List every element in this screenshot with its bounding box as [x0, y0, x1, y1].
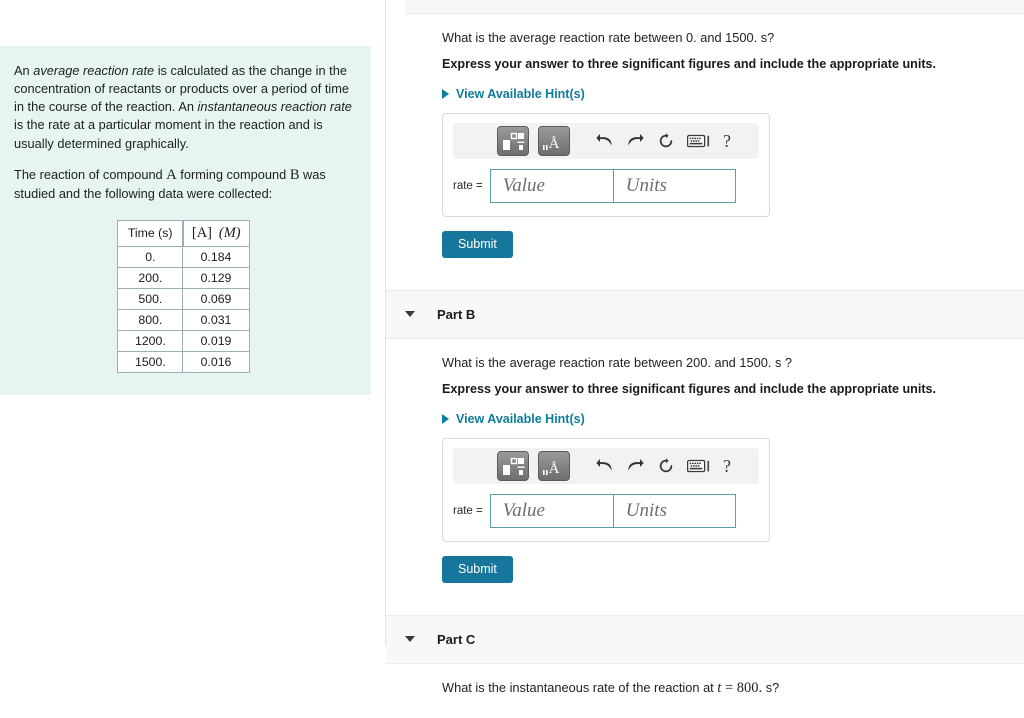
data-table-wrapper: Time (s) [A] (M) 0. 0.184 200. 0.129 500… [14, 219, 353, 373]
cell-concentration: 0.184 [182, 245, 250, 268]
part-a-toolbar: Å ? [453, 122, 759, 159]
redo-icon[interactable] [624, 453, 646, 479]
intro-text-1a: An [14, 63, 34, 78]
part-c-question-text-b: s? [762, 679, 780, 695]
chevron-right-icon [442, 413, 449, 424]
reset-icon[interactable] [655, 128, 677, 154]
part-c-header[interactable]: Part C [386, 614, 1024, 664]
part-a-value-placeholder: Value [502, 174, 545, 196]
intro-text-2a: The reaction of compound [14, 166, 167, 182]
cell-time: 500. [117, 287, 184, 310]
table-row: 1200. 0.019 [117, 329, 250, 352]
part-c-title: Part C [437, 631, 476, 647]
cell-time: 800. [117, 308, 184, 331]
part-b-question: What is the average reaction rate betwee… [442, 354, 793, 370]
cell-concentration: 0.019 [182, 329, 250, 352]
data-table-body: 0. 0.184 200. 0.129 500. 0.069 800. 0.03… [117, 245, 250, 373]
cell-time: 0. [117, 245, 184, 268]
part-b-answer-row: rate = Value Units [453, 493, 759, 528]
part-a-hint-label: View Available Hint(s) [456, 86, 585, 101]
undo-icon[interactable] [593, 128, 615, 154]
part-a-answer-box: Å ? rate = Value Units [442, 112, 770, 217]
table-row: 1500. 0.016 [117, 350, 250, 373]
part-a-view-hints-link[interactable]: View Available Hint(s) [442, 87, 585, 101]
part-b-title: Part B [437, 306, 476, 322]
part-b-submit-button[interactable]: Submit [442, 555, 513, 583]
intro-text-2b: forming compound [176, 166, 290, 182]
column-header-time: Time (s) [117, 219, 184, 247]
units-angstrom-icon[interactable]: Å [538, 450, 570, 481]
cell-concentration: 0.031 [182, 308, 250, 331]
chevron-down-icon [405, 636, 415, 643]
units-angstrom-icon[interactable]: Å [538, 125, 570, 156]
math-template-icon[interactable] [497, 125, 529, 156]
table-header-row: Time (s) [A] (M) [117, 219, 250, 247]
chevron-down-icon [405, 311, 415, 318]
part-c-question-text-a: What is the instantaneous rate of the re… [442, 679, 718, 695]
intro-emphasis-average-rate: average reaction rate [33, 63, 155, 78]
table-row: 0. 0.184 [117, 245, 250, 268]
part-a-body: What is the average reaction rate betwee… [386, 14, 1024, 268]
page-root: An average reaction rate is calculated a… [0, 0, 1024, 696]
reset-icon[interactable] [655, 453, 677, 479]
column-header-concentration: [A] (M) [181, 219, 250, 247]
svg-text:Å: Å [549, 461, 560, 477]
math-template-icon[interactable] [497, 450, 529, 481]
help-icon[interactable]: ? [723, 132, 731, 150]
table-row: 500. 0.069 [117, 287, 250, 310]
part-c-body: What is the instantaneous rate of the re… [386, 664, 1024, 718]
part-a-units-input[interactable]: Units [612, 168, 736, 203]
cell-concentration: 0.129 [182, 266, 250, 289]
table-row: 200. 0.129 [117, 266, 250, 289]
cell-time: 1200. [117, 329, 184, 352]
part-b-value-input[interactable]: Value [489, 493, 613, 528]
part-a-header-stub [405, 0, 1024, 14]
conc-bracket-symbol: [A] [191, 224, 213, 241]
cell-time: 200. [117, 266, 184, 289]
keyboard-icon[interactable] [686, 128, 712, 154]
part-b-rate-label: rate = [453, 504, 483, 517]
compound-a-symbol: A [166, 166, 177, 183]
help-icon[interactable]: ? [723, 457, 731, 475]
intro-paragraph-1: An average reaction rate is calculated a… [14, 62, 353, 153]
part-b-hint-label: View Available Hint(s) [456, 411, 585, 426]
chevron-right-icon [442, 88, 449, 99]
left-column: An average reaction rate is calculated a… [0, 0, 385, 645]
part-a-question: What is the average reaction rate betwee… [442, 30, 775, 45]
part-b-units-placeholder: Units [625, 499, 667, 521]
part-b-view-hints-link[interactable]: View Available Hint(s) [442, 412, 585, 426]
part-a-answer-row: rate = Value Units [453, 168, 759, 203]
part-a-rate-label: rate = [453, 179, 483, 192]
svg-text:Å: Å [549, 136, 560, 152]
keyboard-icon[interactable] [686, 453, 712, 479]
introduction-panel: An average reaction rate is calculated a… [0, 46, 371, 395]
undo-icon[interactable] [593, 453, 615, 479]
time-value: 800. [736, 679, 763, 696]
part-a-submit-button[interactable]: Submit [442, 230, 513, 258]
cell-time: 1500. [117, 350, 184, 373]
cell-concentration: 0.016 [182, 350, 250, 373]
equals-symbol: = [721, 679, 737, 696]
cell-concentration: 0.069 [182, 287, 250, 310]
conc-unit-symbol: (M) [218, 224, 241, 241]
part-a-units-placeholder: Units [625, 174, 667, 196]
part-a-instruction: Express your answer to three significant… [442, 57, 937, 72]
part-b-answer-box: Å ? rate = Value Units [442, 437, 770, 542]
part-c-question: What is the instantaneous rate of the re… [442, 678, 1024, 700]
part-b-toolbar: Å ? [453, 447, 759, 484]
part-b-units-input[interactable]: Units [612, 493, 736, 528]
intro-emphasis-instantaneous-rate: instantaneous reaction rate [197, 99, 352, 115]
intro-paragraph-2: The reaction of compound A forming compo… [14, 165, 353, 204]
part-b-instruction: Express your answer to three significant… [442, 382, 937, 396]
reaction-data-table: Time (s) [A] (M) 0. 0.184 200. 0.129 500… [117, 219, 250, 373]
right-column: What is the average reaction rate betwee… [386, 0, 1024, 696]
part-b-body: What is the average reaction rate betwee… [386, 339, 1024, 593]
intro-text-1c: is the rate at a particular moment in th… [14, 117, 323, 151]
table-row: 800. 0.031 [117, 308, 250, 331]
part-b-header[interactable]: Part B [386, 289, 1024, 339]
part-a-value-input[interactable]: Value [489, 168, 613, 203]
compound-b-symbol: B [289, 166, 300, 183]
part-b-value-placeholder: Value [502, 499, 545, 521]
redo-icon[interactable] [624, 128, 646, 154]
